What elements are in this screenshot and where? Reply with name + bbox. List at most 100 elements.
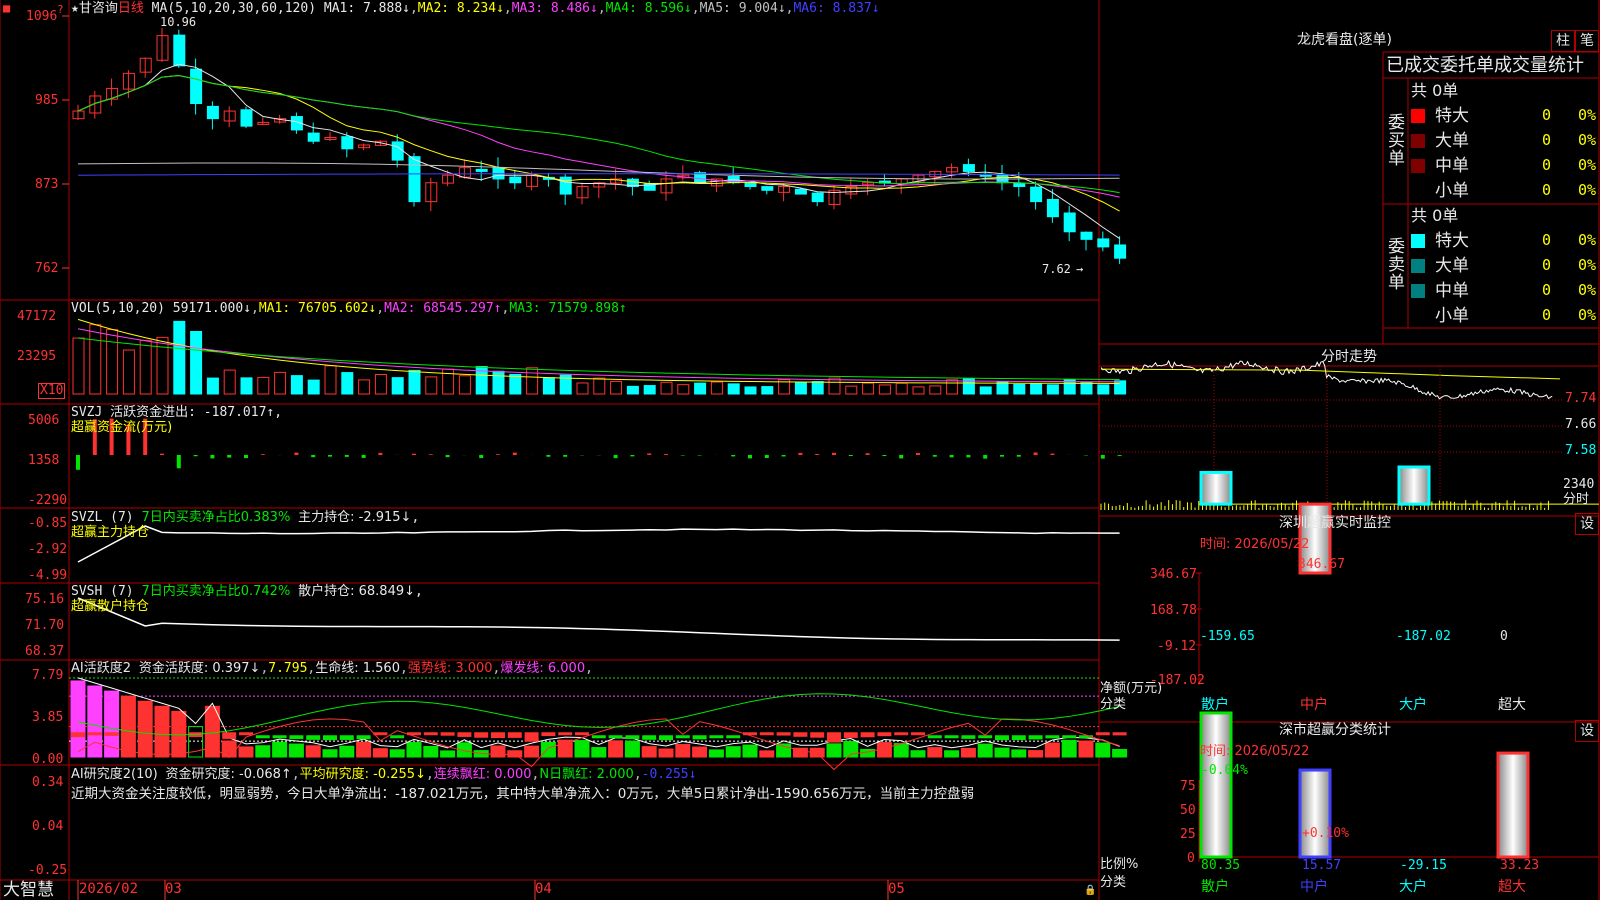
svzj-tail: , — [274, 405, 283, 420]
menu-icon[interactable]: ■ — [3, 1, 10, 16]
research-bar — [524, 732, 539, 742]
date-label: 03 — [165, 881, 182, 897]
ai1-v3: 生命线: 1.560 — [315, 661, 400, 676]
research-bar — [961, 735, 976, 739]
high-price-mark: 10.96 — [160, 15, 197, 29]
volume-bar — [374, 373, 387, 395]
fund-flow-bar — [160, 453, 164, 455]
order-color-swatch — [1411, 284, 1425, 298]
vol-axis-label: 47172 — [17, 309, 57, 324]
retail-hold-line — [77, 597, 1120, 641]
volume-bar — [190, 330, 203, 395]
fund-flow-bar — [412, 453, 416, 455]
lhb-header: 已成交委托单成交量统计 — [1386, 55, 1584, 76]
kline-chart-canvas[interactable] — [0, 0, 1600, 900]
lhb-tab-tick[interactable]: 笔 — [1575, 30, 1599, 52]
research-bar — [1028, 735, 1043, 740]
svzj-axis-label: 5006 — [28, 413, 60, 428]
activity-bar — [288, 743, 304, 758]
activity-bar — [87, 685, 103, 758]
activity-bar — [826, 743, 842, 758]
volume-bar — [643, 385, 656, 395]
vol-value: 59171.000↓ — [172, 301, 252, 316]
fund-flow-bar — [815, 453, 820, 455]
research-bar — [474, 732, 489, 738]
candle-body — [307, 132, 320, 142]
volume-bar — [626, 385, 639, 395]
fund-flow-bar — [949, 455, 954, 458]
fund-flow-bar — [244, 455, 248, 459]
monitor-bar — [1199, 470, 1233, 506]
order-count: 0 — [1542, 181, 1552, 199]
research-bar — [558, 732, 573, 736]
order-size-name: 小单 — [1435, 181, 1469, 201]
research-bar — [827, 732, 841, 743]
research-bar — [726, 735, 741, 739]
classify-settings-button[interactable]: 设 — [1575, 720, 1599, 742]
period-label[interactable]: 日线 — [118, 1, 144, 16]
research-bar — [440, 732, 455, 736]
classify-cat: 大户 — [1399, 879, 1427, 895]
research-bar — [541, 732, 556, 737]
arrow-right-icon: → — [1076, 262, 1084, 276]
research-bar — [776, 732, 791, 736]
intraday-vol-label: 分时 — [1563, 492, 1590, 507]
candle-body — [811, 192, 824, 203]
order-count: 0 — [1542, 156, 1552, 174]
activity-bar — [255, 745, 271, 758]
order-size-name: 中单 — [1435, 281, 1469, 301]
research-bar — [255, 735, 270, 739]
volume-bar — [509, 373, 522, 395]
classify-top-label: +0.10% — [1302, 826, 1349, 841]
volume-bar — [408, 369, 421, 395]
volume-bar — [274, 371, 287, 395]
ai2-v5: -0.255↓ — [641, 767, 697, 782]
fund-flow-bar — [1033, 452, 1038, 455]
candle-body — [962, 164, 975, 172]
research-bar — [591, 735, 606, 739]
research-bar — [87, 732, 102, 736]
lhb-tab-bar[interactable]: 柱 — [1551, 30, 1575, 52]
svzj-header: SVZJ 活跃资金进出: -187.017↑, — [71, 405, 282, 420]
research-bar — [339, 735, 354, 740]
volume-bar — [845, 385, 858, 395]
stock-name[interactable]: ★甘咨询 — [71, 1, 118, 16]
fund-flow-bar — [260, 454, 265, 455]
order-percent: 0% — [1578, 306, 1597, 324]
monitor-xlabel: 分类 — [1100, 697, 1127, 712]
fund-flow-bar — [630, 455, 635, 457]
order-percent: 0% — [1578, 106, 1597, 124]
volume-bar — [425, 376, 438, 395]
fund-flow-bar — [546, 455, 551, 457]
vol-unit-badge[interactable]: X10 — [38, 383, 66, 399]
order-percent: 0% — [1578, 256, 1597, 274]
ai2-axis-label: -0.25 — [28, 863, 68, 878]
activity-bar — [927, 747, 943, 758]
svsh-tail: , — [415, 584, 423, 599]
fund-flow-bar — [328, 455, 332, 457]
candle-body — [761, 186, 774, 191]
monitor-title: 深圳超赢实时监控 — [1279, 515, 1391, 531]
classify-ylabel: 比例% — [1100, 857, 1139, 872]
classify-value: 15.57 — [1302, 858, 1342, 873]
volume-bar — [206, 377, 219, 395]
research-bar — [759, 732, 774, 736]
fund-flow-bar — [916, 453, 920, 455]
volume-bar — [223, 369, 236, 395]
fund-flow-bar — [865, 453, 870, 455]
activity-bar — [1078, 740, 1094, 758]
research-bar — [222, 732, 237, 739]
lock-icon[interactable]: 🔒 — [1084, 883, 1096, 898]
volume-bar — [979, 386, 992, 395]
activity-bar — [708, 749, 724, 758]
classify-time: 时间: 2026/05/22 — [1200, 744, 1310, 759]
order-count: 0 — [1542, 231, 1552, 249]
monitor-bar-label: -187.02 — [1396, 629, 1451, 644]
monitor-bar — [1397, 465, 1431, 506]
monitor-settings-button[interactable]: 设 — [1575, 513, 1599, 535]
svzl-title: SVZL (7) — [71, 510, 134, 525]
ma5-value: MA5: 9.004↓ — [699, 1, 786, 16]
candle-body — [206, 105, 219, 120]
ai1-axis-label: 3.85 — [32, 710, 64, 725]
research-bar — [272, 735, 287, 739]
